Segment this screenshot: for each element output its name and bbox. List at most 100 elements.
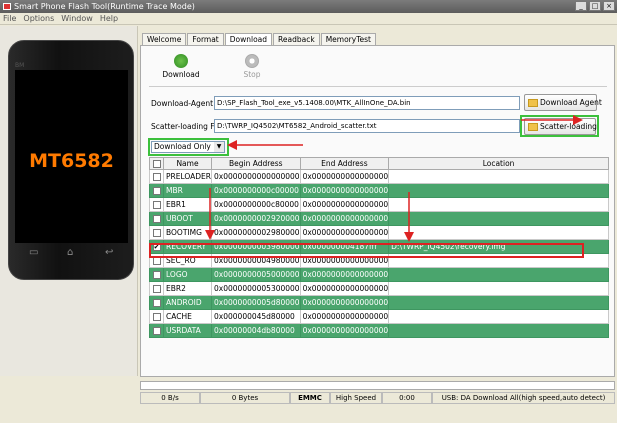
checkbox[interactable]	[152, 285, 161, 293]
tab-readback[interactable]: Readback	[273, 33, 320, 45]
table-header: Name Begin Address End Address Location	[149, 157, 609, 170]
end-address: 0x0000000000000000	[299, 169, 390, 184]
checkbox[interactable]	[152, 257, 161, 265]
download-mode-value: Download Only	[154, 142, 211, 151]
menu-bar: File Options Window Help	[0, 13, 617, 25]
header-begin-address: Begin Address	[211, 157, 301, 170]
window-title: Smart Phone Flash Tool(Runtime Trace Mod…	[14, 2, 195, 11]
end-address: 0x0000000000000000	[299, 281, 390, 296]
download-button[interactable]: Download	[156, 54, 206, 79]
checkbox[interactable]	[152, 271, 161, 279]
status-bytes: 0 Bytes	[200, 392, 290, 404]
table-row[interactable]: EBR1 0x0000000000c80000 0x0000000000000000	[149, 197, 609, 212]
row-checkbox[interactable]	[149, 267, 164, 282]
back-key-icon: ↩	[105, 247, 114, 258]
checkbox[interactable]	[152, 313, 161, 321]
partition-name: CACHE	[162, 309, 213, 324]
table-row[interactable]: USRDATA 0x00000004db80000 0x00000000000000…	[149, 323, 609, 338]
table-row[interactable]: UBOOT 0x0000000002920000 0x000000000000000…	[149, 211, 609, 226]
begin-address: 0x0000000005000000	[211, 267, 301, 282]
download-panel: Download Stop Download-Agent D:\SP_Flash…	[140, 45, 615, 377]
minimize-button[interactable]: _	[575, 1, 587, 11]
maximize-button[interactable]: □	[589, 1, 601, 11]
end-address: 0x0000000000000000	[299, 183, 390, 198]
folder-icon	[528, 99, 538, 107]
arrow-to-mode-select	[227, 140, 303, 150]
row-checkbox[interactable]	[149, 211, 164, 226]
scatter-file-path[interactable]: D:\TWRP_IQ4502\MT6582_Android_scatter.tx…	[214, 119, 520, 133]
row-checkbox[interactable]	[149, 225, 164, 240]
file-location	[388, 323, 609, 338]
menu-window[interactable]: Window	[61, 13, 93, 24]
end-address: 0x0000000000000000	[299, 267, 390, 282]
tab-memorytest[interactable]: MemoryTest	[320, 33, 376, 45]
download-mode-select[interactable]: Download Only ▼	[151, 141, 225, 153]
table-row[interactable]: ANDROID 0x0000000005d80000 0x0000000000000…	[149, 295, 609, 310]
checkbox[interactable]	[152, 299, 161, 307]
status-usb-speed: High Speed	[330, 392, 382, 404]
download-agent-button[interactable]: Download Agent	[524, 94, 602, 111]
menu-help[interactable]: Help	[100, 13, 118, 24]
status-time: 0:00	[382, 392, 432, 404]
home-key-icon: ⌂	[67, 247, 74, 258]
partition-name: USRDATA	[162, 323, 213, 338]
table-row[interactable]: LOGO 0x0000000005000000 0x0000000000000000	[149, 267, 609, 282]
checkbox[interactable]	[152, 187, 161, 195]
partition-name: ANDROID	[162, 295, 213, 310]
row-checkbox[interactable]	[149, 169, 164, 184]
download-agent-label: Download-Agent	[151, 99, 214, 108]
menu-options[interactable]: Options	[23, 13, 54, 24]
file-location	[388, 169, 609, 184]
row-checkbox[interactable]	[149, 183, 164, 198]
tab-welcome[interactable]: Welcome	[142, 33, 187, 45]
toolbar-separator	[149, 86, 607, 87]
status-message: USB: DA Download All(high speed,auto det…	[432, 392, 615, 404]
table-row[interactable]: PRELOADER 0x0000000000000000 0x00000000000…	[149, 169, 609, 184]
file-location	[388, 225, 609, 240]
checkbox[interactable]	[152, 229, 161, 237]
end-address: 0x0000000000000000	[299, 295, 390, 310]
checkbox[interactable]	[152, 215, 161, 223]
begin-address: 0x0000000002980000	[211, 225, 301, 240]
row-checkbox[interactable]	[149, 295, 164, 310]
table-row[interactable]: CACHE 0x000000045d80000 0x0000000000000000	[149, 309, 609, 324]
begin-address: 0x0000000005d80000	[211, 295, 301, 310]
row-checkbox[interactable]	[149, 323, 164, 338]
recovery-row-highlight	[149, 243, 584, 258]
begin-address: 0x0000000000c00000	[211, 183, 301, 198]
table-row[interactable]: BOOTIMG 0x0000000002980000 0x0000000000000…	[149, 225, 609, 240]
file-location	[388, 183, 609, 198]
select-all-checkbox[interactable]	[149, 157, 164, 170]
menu-file[interactable]: File	[3, 13, 16, 24]
begin-address: 0x0000000005300000	[211, 281, 301, 296]
row-checkbox[interactable]	[149, 281, 164, 296]
table-row[interactable]: MBR 0x0000000000c00000 0x0000000000000000	[149, 183, 609, 198]
menu-key-icon: ▭	[29, 247, 39, 258]
begin-address: 0x000000045d80000	[211, 309, 301, 324]
tab-format[interactable]: Format	[187, 33, 224, 45]
file-location	[388, 281, 609, 296]
chevron-down-icon: ▼	[214, 142, 224, 152]
end-address: 0x0000000000000000	[299, 225, 390, 240]
status-speed: 0 B/s	[140, 392, 200, 404]
begin-address: 0x0000000000c80000	[211, 197, 301, 212]
device-panel: BM MT6582 ▭ ⌂ ↩	[0, 26, 138, 376]
row-checkbox[interactable]	[149, 197, 164, 212]
header-location: Location	[388, 157, 609, 170]
file-location	[388, 295, 609, 310]
download-label: Download	[162, 70, 200, 79]
download-agent-path[interactable]: D:\SP_Flash_Tool_exe_v5.1408.00\MTK_AllI…	[214, 96, 520, 110]
file-location	[388, 309, 609, 324]
close-button[interactable]: ×	[603, 1, 615, 11]
checkbox[interactable]	[152, 327, 161, 335]
phone-screen: MT6582	[15, 70, 128, 243]
arrow-to-recovery-location	[404, 192, 414, 242]
file-location	[388, 267, 609, 282]
table-row[interactable]: EBR2 0x0000000005300000 0x0000000000000000	[149, 281, 609, 296]
stop-button[interactable]: Stop	[227, 54, 277, 79]
arrow-to-scatter-button	[521, 115, 583, 125]
checkbox[interactable]	[152, 201, 161, 209]
header-end-address: End Address	[299, 157, 390, 170]
checkbox[interactable]	[152, 173, 161, 181]
row-checkbox[interactable]	[149, 309, 164, 324]
